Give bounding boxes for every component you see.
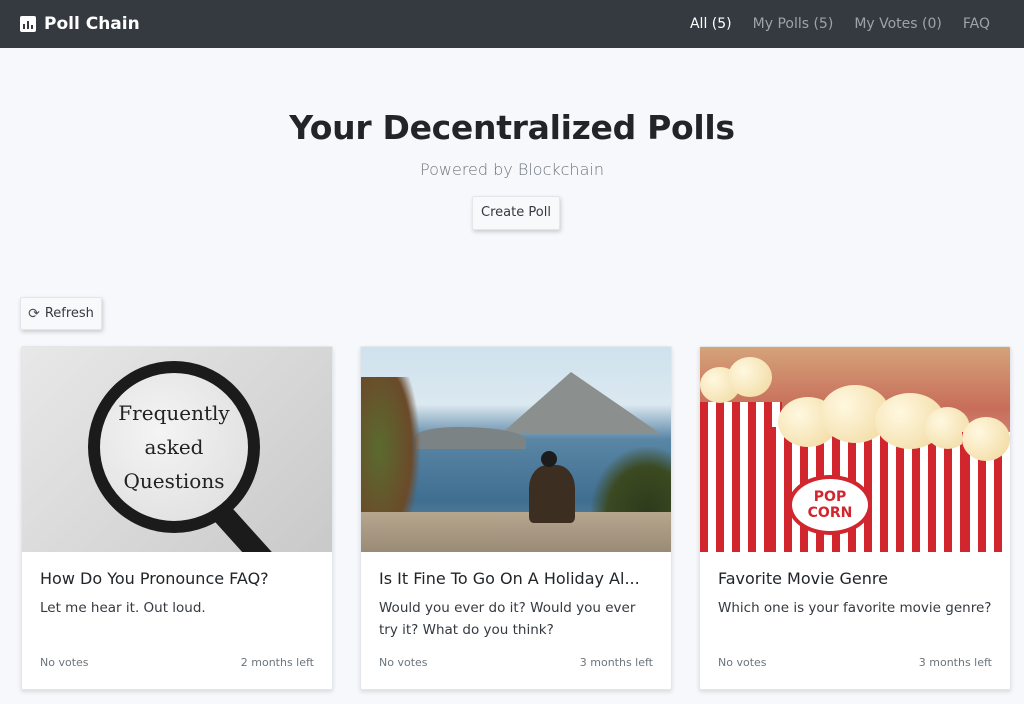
brand-name: Poll Chain (44, 14, 140, 34)
person-shape (529, 465, 575, 523)
card-body: How Do You Pronounce FAQ? Let me hear it… (22, 552, 332, 619)
time-left: 3 months left (579, 656, 653, 669)
person-head-shape (541, 451, 557, 467)
poll-image-sea (361, 347, 671, 552)
popcorn-piece (728, 357, 772, 397)
nav-links: All (5) My Polls (5) My Votes (0) FAQ (690, 16, 990, 32)
poll-card-movie[interactable]: POP CORN Favorite Movie Genre Which one i… (699, 346, 1011, 690)
magnifier-handle (209, 501, 287, 552)
hero: Your Decentralized Polls Powered by Bloc… (0, 108, 1024, 179)
refresh-button[interactable]: ⟳ Refresh (20, 297, 102, 330)
poll-description: Let me hear it. Out loud. (40, 600, 206, 616)
lens-text-line: Questions (123, 469, 225, 493)
island-shape (501, 372, 661, 434)
card-footer: No votes 3 months left (379, 656, 653, 669)
poll-card-holiday[interactable]: Is It Fine To Go On A Holiday Al... Woul… (360, 346, 672, 690)
nav-link-my-polls[interactable]: My Polls (5) (753, 16, 834, 32)
vote-count: No votes (718, 656, 767, 669)
lens-text-line: Frequently (118, 401, 230, 425)
nav-link-faq[interactable]: FAQ (963, 16, 990, 32)
badge-text: CORN (807, 505, 853, 521)
card-footer: No votes 3 months left (718, 656, 992, 669)
poll-title[interactable]: How Do You Pronounce FAQ? (40, 569, 314, 588)
create-poll-button[interactable]: Create Poll (472, 196, 560, 230)
poll-chart-icon (20, 16, 36, 32)
popcorn-badge: POP CORN (788, 475, 872, 535)
nav-link-my-votes[interactable]: My Votes (0) (854, 16, 942, 32)
top-navbar: Poll Chain All (5) My Polls (5) My Votes… (0, 0, 1024, 48)
lens-text-line: asked (144, 435, 204, 459)
poll-image-magnifier: Frequently asked Questions (22, 347, 332, 552)
cliff-shape (361, 512, 671, 552)
popcorn-piece (962, 417, 1010, 461)
refresh-icon: ⟳ (28, 305, 40, 322)
badge-text: POP (813, 489, 847, 505)
vote-count: No votes (40, 656, 89, 669)
vote-count: No votes (379, 656, 428, 669)
poll-image-popcorn: POP CORN (700, 347, 1010, 552)
time-left: 2 months left (240, 656, 314, 669)
magnifier-lens: Frequently asked Questions (88, 361, 260, 533)
card-footer: No votes 2 months left (40, 656, 314, 669)
time-left: 3 months left (918, 656, 992, 669)
poll-title[interactable]: Is It Fine To Go On A Holiday Al... (379, 569, 653, 588)
brand[interactable]: Poll Chain (20, 14, 140, 34)
poll-card-faq[interactable]: Frequently asked Questions How Do You Pr… (21, 346, 333, 690)
card-body: Is It Fine To Go On A Holiday Al... Woul… (361, 552, 671, 641)
poll-description: Which one is your favorite movie genre? (718, 600, 992, 616)
poll-description: Would you ever do it? Would you ever try… (379, 600, 636, 638)
card-body: Favorite Movie Genre Which one is your f… (700, 552, 1010, 619)
page-subtitle: Powered by Blockchain (420, 160, 604, 179)
refresh-label: Refresh (44, 306, 94, 321)
nav-link-all[interactable]: All (5) (690, 16, 732, 32)
poll-title[interactable]: Favorite Movie Genre (718, 569, 992, 588)
page-title: Your Decentralized Polls (289, 108, 735, 147)
